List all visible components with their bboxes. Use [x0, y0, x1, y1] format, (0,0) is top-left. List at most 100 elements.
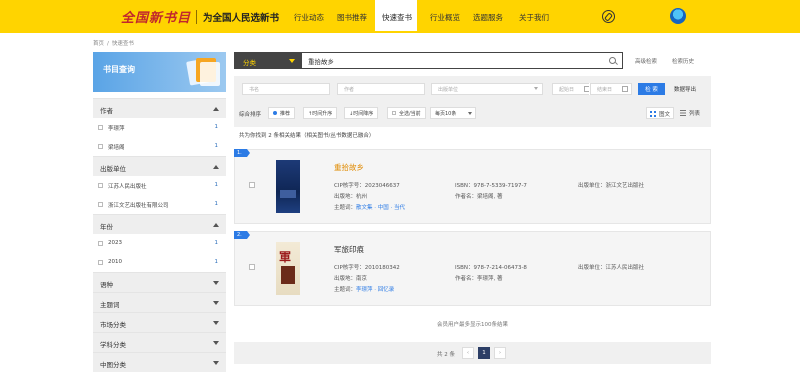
- page-size-select[interactable]: 每页10条: [430, 107, 476, 119]
- select-all-label: 全选/当前: [399, 111, 421, 117]
- pagination-total: 共 2 条: [437, 352, 455, 358]
- filter-panel: 书名 作者 出版单位 起始日 - 结束日 检 索 数据导出 综合排序 推荐 ↑时…: [234, 76, 711, 127]
- result-card: 2. 军旅印痕 CIP核字号：2010180342 出版地：南京 主题词：李璟萍…: [234, 231, 711, 306]
- result-subjects: 主题词：李璟萍 · 回忆录: [334, 285, 394, 293]
- start-date-label: 起始日: [559, 87, 575, 93]
- result-title[interactable]: 重拾故乡: [334, 162, 364, 173]
- checkbox[interactable]: [98, 260, 103, 265]
- facet-option[interactable]: 梁培阁 1: [93, 137, 226, 156]
- end-date-label: 结束日: [597, 87, 613, 93]
- sort-time-desc-button[interactable]: ↓时间降序: [344, 107, 379, 119]
- facet-option[interactable]: 2023 1: [93, 234, 226, 253]
- publisher-select[interactable]: 出版单位: [431, 83, 543, 95]
- facet-discipline[interactable]: 学科分类: [93, 332, 226, 352]
- prev-page-button[interactable]: ‹: [462, 347, 474, 359]
- nav-item-about[interactable]: 关于我们: [519, 12, 549, 23]
- checkbox[interactable]: [98, 144, 103, 149]
- result-checkbox[interactable]: [249, 182, 255, 188]
- facet-option-count: 1: [214, 259, 219, 265]
- nav-item-industry-overview[interactable]: 行业概览: [430, 12, 460, 23]
- result-summary: 共为你找到 2 条相关结果（相关图书/丛书数据已融合）: [239, 133, 375, 139]
- author-field[interactable]: 作者: [337, 83, 425, 95]
- facet-language[interactable]: 语种: [93, 272, 226, 292]
- nav-item-quick-search[interactable]: 快速查书: [375, 0, 417, 33]
- start-date-field[interactable]: 起始日: [552, 83, 594, 95]
- facet-publisher-label: 出版单位: [100, 165, 126, 173]
- export-button[interactable]: 数据导出: [674, 85, 696, 93]
- book-cover-image[interactable]: [276, 242, 300, 295]
- facet-option[interactable]: 江苏人民出版社 1: [93, 176, 226, 195]
- facet-option[interactable]: 2010 1: [93, 253, 226, 272]
- facet-publisher[interactable]: 出版单位: [93, 156, 226, 176]
- facet-option-label: 2023: [108, 240, 122, 246]
- book-cover-image[interactable]: [276, 160, 300, 213]
- nav-item-industry-news[interactable]: 行业动态: [294, 12, 324, 23]
- result-author: 作者名：梁培阁, 著: [455, 194, 503, 200]
- facet-option-label: 梁培阁: [108, 145, 125, 151]
- facet-option-count: 1: [214, 124, 219, 130]
- facet-language-label: 语种: [100, 281, 113, 289]
- title-field[interactable]: 书名: [242, 83, 330, 95]
- result-title[interactable]: 军旅印痕: [334, 244, 364, 255]
- list-view-button[interactable]: 列表: [677, 107, 703, 119]
- subjects-links[interactable]: 散文集 · 中国 · 当代: [356, 205, 405, 211]
- caret-down-icon: [213, 321, 219, 325]
- list-view-label: 列表: [689, 111, 701, 117]
- caret-up-icon: [213, 223, 219, 227]
- checkbox[interactable]: [98, 202, 103, 207]
- next-page-button[interactable]: ›: [494, 347, 506, 359]
- facet-option-label: 李璟萍: [108, 126, 125, 132]
- search-icon[interactable]: [609, 57, 616, 64]
- advanced-search-link[interactable]: 高级检索: [635, 57, 657, 65]
- site-logo[interactable]: 全国新书目: [121, 7, 191, 26]
- search-input[interactable]: 重拾故乡: [308, 56, 334, 66]
- facet-year[interactable]: 年份: [93, 214, 226, 234]
- end-date-field[interactable]: 结束日: [590, 83, 632, 95]
- result-limit-note: 会员用户最多显示100条结果: [437, 322, 508, 328]
- facet-market-category[interactable]: 市场分类: [93, 312, 226, 332]
- facet-clc[interactable]: 中图分类: [93, 352, 226, 372]
- result-checkbox[interactable]: [249, 264, 255, 270]
- grid-view-button[interactable]: 图文: [646, 107, 675, 119]
- sidebar-banner: 书目查询: [93, 52, 226, 92]
- sort-time-asc-button[interactable]: ↑时间升序: [303, 107, 338, 119]
- facet-option-label: 2010: [108, 259, 122, 265]
- result-publisher: 出版单位：浙江文艺出版社: [578, 183, 645, 189]
- facet-market-category-label: 市场分类: [100, 321, 126, 329]
- result-cip: CIP核字号：2023046637: [334, 183, 400, 189]
- sort-time-desc-label: 时间降序: [353, 111, 374, 117]
- result-cip: CIP核字号：2010180342: [334, 265, 400, 271]
- sort-recommend-button[interactable]: 推荐: [268, 107, 296, 119]
- link-icon[interactable]: [602, 10, 615, 23]
- result-index: 1.: [234, 149, 250, 157]
- nav-item-book-recommend[interactable]: 图书推荐: [337, 12, 367, 23]
- facet-author[interactable]: 作者: [93, 98, 226, 118]
- user-avatar-icon[interactable]: [670, 8, 686, 24]
- search-category-select[interactable]: 分类: [235, 53, 302, 68]
- facet-subject[interactable]: 主题词: [93, 292, 226, 312]
- result-card: 1. 重拾故乡 CIP核字号：2023046637 出版地：杭州 主题词：散文集…: [234, 149, 711, 224]
- facet-option-count: 1: [214, 182, 219, 188]
- breadcrumb-home[interactable]: 首页: [93, 41, 104, 47]
- facet-option[interactable]: 李璟萍 1: [93, 118, 226, 137]
- logo-divider: [196, 10, 197, 24]
- result-author: 作者名：李璟萍, 著: [455, 276, 503, 282]
- radio-dot-icon: [273, 111, 277, 115]
- checkbox[interactable]: [98, 241, 103, 246]
- search-bar: 分类 重拾故乡: [234, 52, 623, 69]
- breadcrumb: 首页 / 快速查书: [93, 41, 134, 47]
- sort-recommend-label: 推荐: [280, 111, 291, 117]
- page-button-current[interactable]: 1: [478, 347, 490, 359]
- facet-option[interactable]: 浙江文艺出版社有限公司 1: [93, 195, 226, 214]
- subjects-links[interactable]: 李璟萍 · 回忆录: [356, 287, 394, 293]
- result-publisher: 出版单位：江苏人民出版社: [578, 265, 645, 271]
- checkbox[interactable]: [98, 183, 103, 188]
- page-size-label: 每页10条: [435, 111, 457, 117]
- select-all-button[interactable]: 全选/当前: [387, 107, 426, 119]
- caret-down-icon: [213, 301, 219, 305]
- checkbox[interactable]: [98, 125, 103, 130]
- caret-down-icon: [213, 281, 219, 285]
- search-button[interactable]: 检 索: [638, 83, 665, 95]
- nav-item-topic-service[interactable]: 选题服务: [473, 12, 503, 23]
- search-history-link[interactable]: 检索历史: [672, 57, 694, 65]
